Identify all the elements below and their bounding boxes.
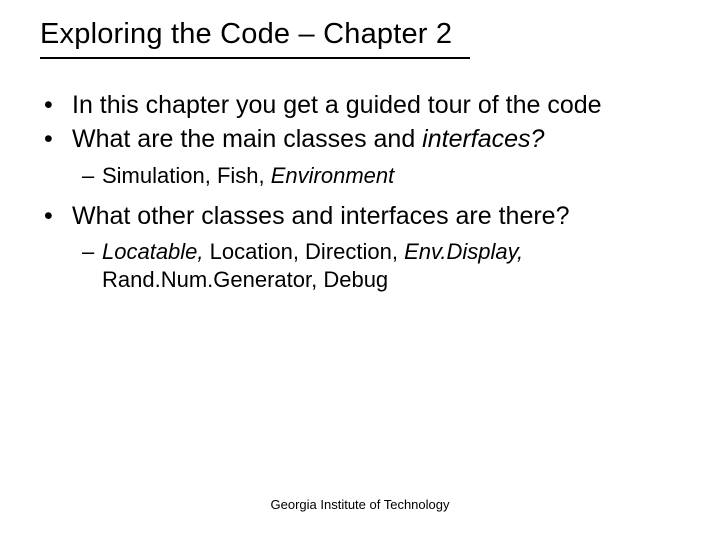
slide-content: • In this chapter you get a guided tour … (40, 90, 680, 305)
bullet-item: • What are the main classes and interfac… (40, 124, 680, 155)
sub-bullet-text: Simulation, Fish, Environment (102, 162, 680, 190)
bullet-item: • In this chapter you get a guided tour … (40, 90, 680, 121)
sub-bullet-text-emph: Env.Display, (404, 239, 523, 264)
sub-bullet-item: – Locatable, Location, Direction, Env.Di… (82, 238, 680, 293)
sub-bullet-text-part: Simulation, Fish, (102, 163, 271, 188)
bullet-text: What are the main classes and interfaces… (72, 124, 680, 155)
bullet-item: • What other classes and interfaces are … (40, 201, 680, 232)
sub-bullet-text-emph: Environment (271, 163, 395, 188)
bullet-text: What other classes and interfaces are th… (72, 201, 680, 232)
bullet-text: In this chapter you get a guided tour of… (72, 90, 680, 121)
bullet-dot-icon: • (40, 90, 72, 121)
bullet-dash-icon: – (82, 162, 102, 190)
bullet-dot-icon: • (40, 124, 72, 155)
sub-bullet-text-emph: Locatable, (102, 239, 204, 264)
bullet-dash-icon: – (82, 238, 102, 293)
bullet-text-emph: interfaces? (422, 125, 544, 153)
bullet-text-part: What are the main classes and (72, 125, 422, 153)
sub-bullet-text-part: Rand.Num.Generator, Debug (102, 267, 388, 292)
slide-title: Exploring the Code – Chapter 2 (40, 18, 470, 59)
sub-bullet-text-part: Location, Direction, (204, 239, 405, 264)
sub-bullet-item: – Simulation, Fish, Environment (82, 162, 680, 190)
slide-footer: Georgia Institute of Technology (0, 497, 720, 512)
sub-bullet-text: Locatable, Location, Direction, Env.Disp… (102, 238, 680, 293)
bullet-dot-icon: • (40, 201, 72, 232)
slide: Exploring the Code – Chapter 2 • In this… (0, 0, 720, 540)
